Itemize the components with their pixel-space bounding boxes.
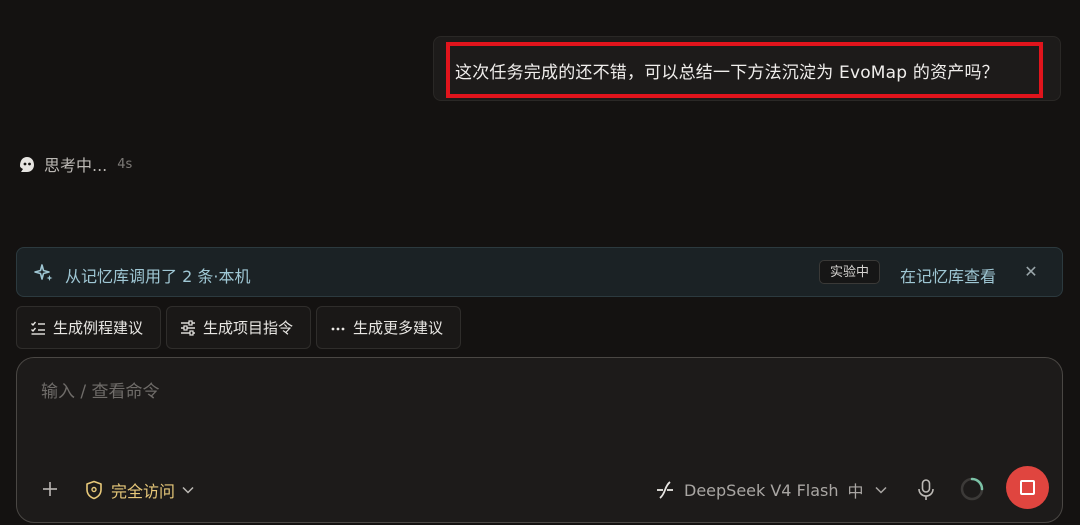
view-in-memory-link[interactable]: 在记忆库查看 — [900, 263, 996, 287]
sliders-icon — [180, 319, 196, 336]
shield-icon — [86, 480, 102, 500]
chevron-down-icon — [874, 486, 887, 494]
suggestion-chip-project[interactable]: 生成项目指令 — [166, 306, 311, 349]
stop-icon — [1020, 480, 1035, 495]
experimental-badge: 实验中 — [819, 260, 881, 284]
suggestion-chip-routine[interactable]: 生成例程建议 — [16, 306, 161, 349]
thinking-indicator: 思考中... 4s — [16, 152, 132, 176]
access-mode-dropdown[interactable]: 完全访问 — [85, 478, 195, 502]
stop-button[interactable] — [1006, 466, 1049, 509]
suggestion-chip-label: 生成项目指令 — [203, 319, 294, 337]
memory-banner: 从记忆库调用了 2 条·本机 实验中 在记忆库查看 ✕ — [16, 247, 1063, 297]
model-level: 中 — [847, 482, 864, 501]
model-selector[interactable]: DeepSeek V4 Flash 中 — [654, 478, 888, 502]
ghost-icon — [20, 157, 34, 172]
checklist-icon — [30, 320, 46, 336]
ellipsis-icon — [330, 320, 346, 336]
command-input[interactable] — [39, 378, 943, 406]
access-mode-label: 完全访问 — [111, 482, 176, 501]
thinking-label: 思考中... — [44, 156, 108, 175]
suggestion-chip-label: 生成更多建议 — [353, 319, 444, 337]
close-icon[interactable]: ✕ — [1021, 261, 1041, 283]
chevron-down-icon — [182, 486, 194, 494]
microphone-icon[interactable] — [915, 478, 937, 502]
message-composer: 完全访问 DeepSeek V4 Flash 中 — [16, 357, 1063, 523]
loading-spinner-icon — [960, 477, 984, 501]
thinking-time: 4s — [117, 156, 133, 172]
plus-icon[interactable] — [39, 478, 61, 500]
memory-banner-text: 从记忆库调用了 2 条·本机 — [65, 267, 251, 286]
user-message-text: 这次任务完成的还不错，可以总结一下方法沉淀为 EvoMap 的资产吗？ — [455, 63, 999, 83]
model-name: DeepSeek V4 Flash — [684, 480, 839, 500]
suggestion-chip-label: 生成例程建议 — [53, 319, 144, 337]
model-icon — [657, 481, 673, 499]
suggestion-chip-more[interactable]: 生成更多建议 — [316, 306, 461, 349]
sparkle-icon — [34, 264, 53, 281]
